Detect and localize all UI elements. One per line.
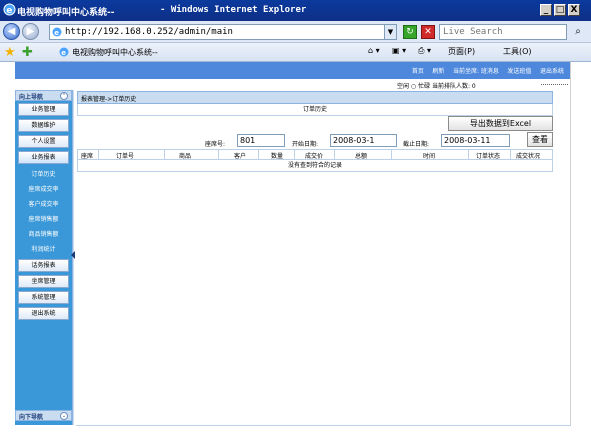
maximize-button[interactable]: □	[554, 4, 566, 16]
header-link-home[interactable]: 首页	[412, 68, 424, 75]
sidebar-nav-down[interactable]: 向下导航 ⌄	[15, 410, 72, 421]
header-link-seat[interactable]: 当前坐席: 班消息	[453, 68, 499, 75]
sidebar-item-seats[interactable]: 坐席管理	[18, 275, 69, 288]
sidebar-subitem-profit[interactable]: 利润统计	[15, 243, 72, 256]
address-toolbar: ◀ ▶ e http://192.168.0.252/admin/main ▼ …	[0, 21, 591, 43]
sidebar-toggle-arrow-icon[interactable]	[71, 251, 75, 259]
feeds-icon[interactable]: ▣ ▾	[392, 46, 406, 55]
column-divider	[334, 150, 335, 159]
header-link-refresh[interactable]: 刷新	[432, 68, 444, 75]
column-customer: 客户	[234, 153, 247, 160]
search-box[interactable]	[439, 24, 567, 40]
sidebar-subitem-product-sales[interactable]: 商品销售额	[15, 228, 72, 241]
column-time: 时间	[423, 153, 436, 160]
header-link-logout[interactable]: 退出系统	[540, 68, 564, 75]
end-date-input[interactable]: 2008-03-11	[441, 134, 510, 147]
column-order-status: 订单状态	[476, 153, 501, 160]
address-dropdown-icon[interactable]: ▼	[384, 25, 396, 39]
command-bar: ★ ✚ e 电视购物呼叫中心系统-- ⌂ ▾ ▣ ▾ ⎙ ▾ 页面(P) 工具(…	[0, 43, 591, 62]
column-divider	[258, 150, 259, 159]
collapse-up-icon[interactable]: ⌃	[60, 92, 68, 100]
sidebar-subitem-seat-sales[interactable]: 座席销售额	[15, 213, 72, 226]
sidebar-item-reports[interactable]: 业务报表	[18, 151, 69, 164]
sidebar-nav-down-label: 向下导航	[19, 414, 44, 421]
window-titlebar: e 电视购物呼叫中心系统-- - Windows Internet Explor…	[0, 0, 591, 21]
sidebar-subitem-seat-rate[interactable]: 座席成交率	[15, 183, 72, 196]
svg-text:e: e	[61, 49, 66, 57]
tools-menu[interactable]: 工具(O)	[503, 46, 532, 57]
close-window-button[interactable]: X	[568, 4, 580, 16]
agent-status-row: 空闲 ○ 忙碌 当前排队人数: 0	[15, 79, 570, 90]
print-icon[interactable]: ⎙ ▾	[418, 46, 431, 56]
column-divider	[391, 150, 392, 159]
svg-text:e: e	[6, 6, 12, 16]
refresh-icon[interactable]: ↻	[403, 25, 417, 39]
minimize-button[interactable]: _	[540, 4, 552, 16]
favorites-star-icon[interactable]: ★	[4, 45, 16, 60]
column-divider	[294, 150, 295, 159]
end-date-label: 截止日期:	[403, 141, 430, 148]
orders-table: 座席 订单号 商品 客户 数量 成交价 总额 时间 订单状态 成交状况 没有查到…	[77, 149, 553, 172]
column-deal-status: 成交状况	[516, 153, 541, 160]
breadcrumb-text: 报表管理->订单历史	[81, 96, 137, 103]
url-text: http://192.168.0.252/admin/main	[65, 27, 233, 37]
panel-title: 订单历史	[77, 104, 553, 116]
column-total: 总额	[355, 153, 368, 160]
column-quantity: 数量	[271, 153, 284, 160]
status-divider	[541, 84, 568, 85]
sidebar-item-traffic[interactable]: 话务报表	[18, 259, 69, 272]
view-button[interactable]: 查看	[527, 132, 553, 147]
column-divider	[510, 150, 511, 159]
svg-text:e: e	[54, 29, 59, 37]
stop-icon[interactable]: ✕	[421, 25, 435, 39]
window-app-name: - Windows Internet Explorer	[160, 5, 307, 15]
sidebar-item-personal[interactable]: 个人设置	[18, 135, 69, 148]
content-right-border	[570, 62, 571, 426]
column-divider	[98, 150, 99, 159]
column-order-no: 订单号	[116, 153, 135, 160]
export-excel-button[interactable]: 导出数据到Excel	[448, 116, 553, 131]
sidebar: 向上导航 ⌃ 业务管理 数据维护 个人设置 业务报表 订单历史 座席成交率 客户…	[15, 90, 72, 425]
sidebar-item-system[interactable]: 系统管理	[18, 291, 69, 304]
breadcrumb: 报表管理->订单历史	[77, 91, 553, 104]
address-bar[interactable]: e http://192.168.0.252/admin/main ▼	[49, 24, 397, 40]
column-divider	[218, 150, 219, 159]
table-header: 座席 订单号 商品 客户 数量 成交价 总额 时间 订单状态 成交状况	[77, 149, 553, 160]
add-favorites-icon[interactable]: ✚	[22, 45, 33, 60]
column-divider	[164, 150, 165, 159]
window-title: 电视购物呼叫中心系统--	[17, 8, 115, 18]
header-link-send[interactable]: 发送班值	[507, 68, 531, 75]
agent-status-text: 空闲 ○ 忙碌 当前排队人数: 0	[397, 83, 476, 90]
sidebar-nav-up[interactable]: 向上导航 ⌃	[15, 90, 72, 101]
column-product: 商品	[179, 153, 192, 160]
column-divider	[468, 150, 469, 159]
collapse-down-icon[interactable]: ⌄	[60, 412, 68, 420]
home-icon[interactable]: ⌂ ▾	[368, 46, 380, 55]
start-date-label: 开始日期:	[292, 141, 319, 148]
tab-page-icon: e	[59, 47, 69, 57]
page-menu[interactable]: 页面(P)	[448, 46, 475, 57]
forward-button[interactable]: ▶	[22, 23, 39, 40]
column-price: 成交价	[305, 153, 324, 160]
seat-label: 座席号:	[205, 141, 226, 148]
search-icon[interactable]: ⌕	[569, 25, 587, 39]
sidebar-subitem-customer-rate[interactable]: 客户成交率	[15, 198, 72, 211]
empty-result-row: 没有查到符合的记录	[77, 160, 553, 172]
sidebar-item-data[interactable]: 数据维护	[18, 119, 69, 132]
ie-logo-icon: e	[3, 3, 16, 16]
content-bottom-border	[76, 425, 570, 426]
page-icon: e	[52, 27, 62, 37]
column-seat: 座席	[81, 153, 94, 160]
sidebar-subitem-order-history[interactable]: 订单历史	[15, 168, 72, 181]
app-header: 首页 刷新 当前坐席: 班消息 发送班值 退出系统	[15, 62, 570, 79]
seat-input[interactable]: 801	[237, 134, 285, 147]
start-date-input[interactable]: 2008-03-1	[330, 134, 397, 147]
sidebar-nav-up-label: 向上导航	[19, 94, 44, 101]
back-button[interactable]: ◀	[3, 23, 20, 40]
tab-title[interactable]: 电视购物呼叫中心系统--	[72, 47, 158, 58]
sidebar-item-business[interactable]: 业务管理	[18, 103, 69, 116]
search-input[interactable]	[440, 25, 550, 39]
sidebar-item-exit[interactable]: 退出系统	[18, 307, 69, 320]
